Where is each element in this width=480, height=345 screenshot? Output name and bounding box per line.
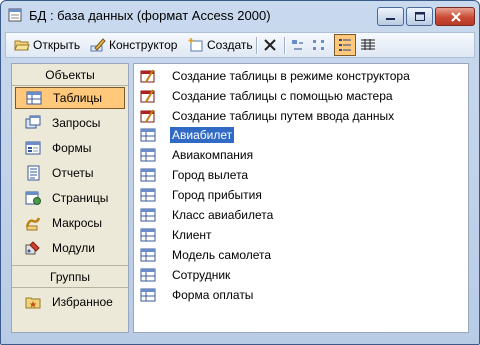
design-label: Конструктор — [109, 38, 178, 52]
table-icon — [26, 91, 42, 105]
list-item[interactable]: Форма оплаты — [140, 286, 255, 304]
list-item[interactable]: Модель самолета — [140, 246, 273, 264]
list-item[interactable]: Создание таблицы путем ввода данных — [140, 107, 396, 125]
list-item-label: Создание таблицы с помощью мастера — [172, 89, 393, 103]
list-item[interactable]: Город вылета — [140, 166, 250, 184]
database-window: БД : база данных (формат Access 2000) От… — [0, 0, 480, 345]
groups-header[interactable]: Группы — [12, 267, 128, 288]
sidebar-item-label: Макросы — [52, 216, 103, 230]
table-icon — [140, 268, 156, 282]
list-item-label: Авиабилет — [170, 127, 235, 143]
table-icon — [140, 168, 156, 182]
delete-icon — [264, 39, 276, 51]
toolbar-separator — [284, 37, 286, 54]
sidebar-divider — [12, 265, 128, 266]
wizard-icon — [140, 89, 155, 103]
table-icon — [140, 208, 156, 222]
create-button[interactable]: Создать — [188, 36, 253, 54]
large-icons-icon — [292, 40, 303, 50]
large-icons-button[interactable] — [290, 36, 309, 54]
table-icon — [140, 288, 156, 302]
page-icon — [25, 191, 41, 205]
table-icon — [140, 128, 156, 142]
wizard-icon — [140, 109, 155, 123]
new-item-icon — [188, 38, 203, 52]
list-item[interactable]: Авиакомпания — [140, 146, 255, 164]
list-item[interactable]: Создание таблицы в режиме конструктора — [140, 67, 412, 85]
maximize-button[interactable] — [406, 7, 433, 26]
title-bar[interactable]: БД : база данных (формат Access 2000) — [1, 1, 479, 31]
sidebar-item-label: Таблицы — [53, 91, 103, 105]
sidebar-item-macros[interactable]: Макросы — [15, 212, 125, 234]
sidebar-item-label: Избранное — [52, 295, 113, 309]
open-label: Открыть — [33, 38, 81, 52]
close-button[interactable] — [435, 7, 475, 26]
sidebar-item-reports[interactable]: Отчеты — [15, 162, 125, 184]
list-item[interactable]: Сотрудник — [140, 266, 232, 284]
object-list: Создание таблицы в режиме конструктора С… — [133, 63, 469, 333]
sidebar-item-tables[interactable]: Таблицы — [15, 87, 125, 109]
macro-icon — [25, 217, 41, 231]
list-item-label: Форма оплаты — [172, 288, 254, 302]
sidebar-item-modules[interactable]: Модули — [15, 237, 125, 259]
list-item-label: Сотрудник — [172, 268, 231, 282]
design-icon — [90, 38, 106, 52]
sidebar-item-label: Страницы — [52, 191, 109, 205]
list-item-label: Создание таблицы в режиме конструктора — [172, 69, 410, 83]
sidebar-item-forms[interactable]: Формы — [15, 137, 125, 159]
sidebar-item-queries[interactable]: Запросы — [15, 112, 125, 134]
list-item[interactable]: Авиабилет — [140, 126, 235, 144]
favorites-icon — [25, 297, 41, 309]
list-item[interactable]: Создание таблицы с помощью мастера — [140, 87, 395, 105]
small-icons-icon — [313, 40, 324, 50]
close-icon — [451, 12, 461, 22]
delete-button[interactable] — [262, 36, 281, 54]
window-title: БД : база данных (формат Access 2000) — [29, 8, 271, 23]
sidebar-item-pages[interactable]: Страницы — [15, 187, 125, 209]
details-view-icon — [361, 39, 375, 50]
list-item-label: Город прибытия — [172, 188, 262, 202]
table-icon — [140, 228, 156, 242]
minimize-button[interactable] — [377, 7, 404, 26]
sidebar-item-label: Формы — [52, 141, 92, 155]
list-item[interactable]: Класс авиабилета — [140, 206, 275, 224]
query-icon — [25, 115, 41, 129]
database-icon — [8, 8, 22, 22]
list-item-label: Авиакомпания — [172, 148, 254, 162]
wizard-icon — [140, 69, 155, 83]
open-button[interactable]: Открыть — [14, 36, 80, 54]
list-view-icon — [339, 39, 351, 51]
objects-header[interactable]: Объекты — [12, 65, 128, 86]
sidebar-item-favorites[interactable]: Избранное — [15, 291, 125, 313]
list-item-label: Класс авиабилета — [172, 208, 274, 222]
minimize-icon — [386, 18, 395, 20]
design-button[interactable]: Конструктор — [90, 36, 177, 54]
report-icon — [27, 165, 40, 181]
objects-sidebar: Объекты Таблицы Запросы Формы Отчеты Стр… — [11, 63, 129, 333]
module-icon — [25, 241, 40, 255]
table-icon — [140, 148, 156, 162]
list-item-label: Город вылета — [172, 168, 249, 182]
list-item-label: Клиент — [172, 228, 212, 242]
sidebar-item-label: Модули — [52, 241, 95, 255]
list-item-label: Создание таблицы путем ввода данных — [172, 109, 395, 123]
open-folder-icon — [14, 40, 30, 51]
table-icon — [140, 188, 156, 202]
create-label: Создать — [207, 38, 253, 52]
list-item[interactable]: Город прибытия — [140, 186, 264, 204]
maximize-icon — [415, 12, 425, 21]
table-icon — [140, 248, 156, 262]
toolbar-separator — [256, 37, 258, 54]
details-view-button[interactable] — [360, 36, 379, 54]
sidebar-item-label: Запросы — [52, 116, 101, 130]
small-icons-button[interactable] — [312, 36, 331, 54]
list-item[interactable]: Клиент — [140, 226, 214, 244]
form-icon — [25, 141, 41, 155]
sidebar-item-label: Отчеты — [52, 166, 94, 180]
list-view-button[interactable] — [334, 34, 356, 56]
toolbar: Открыть Конструктор Создать — [5, 32, 475, 58]
list-item-label: Модель самолета — [172, 248, 272, 262]
